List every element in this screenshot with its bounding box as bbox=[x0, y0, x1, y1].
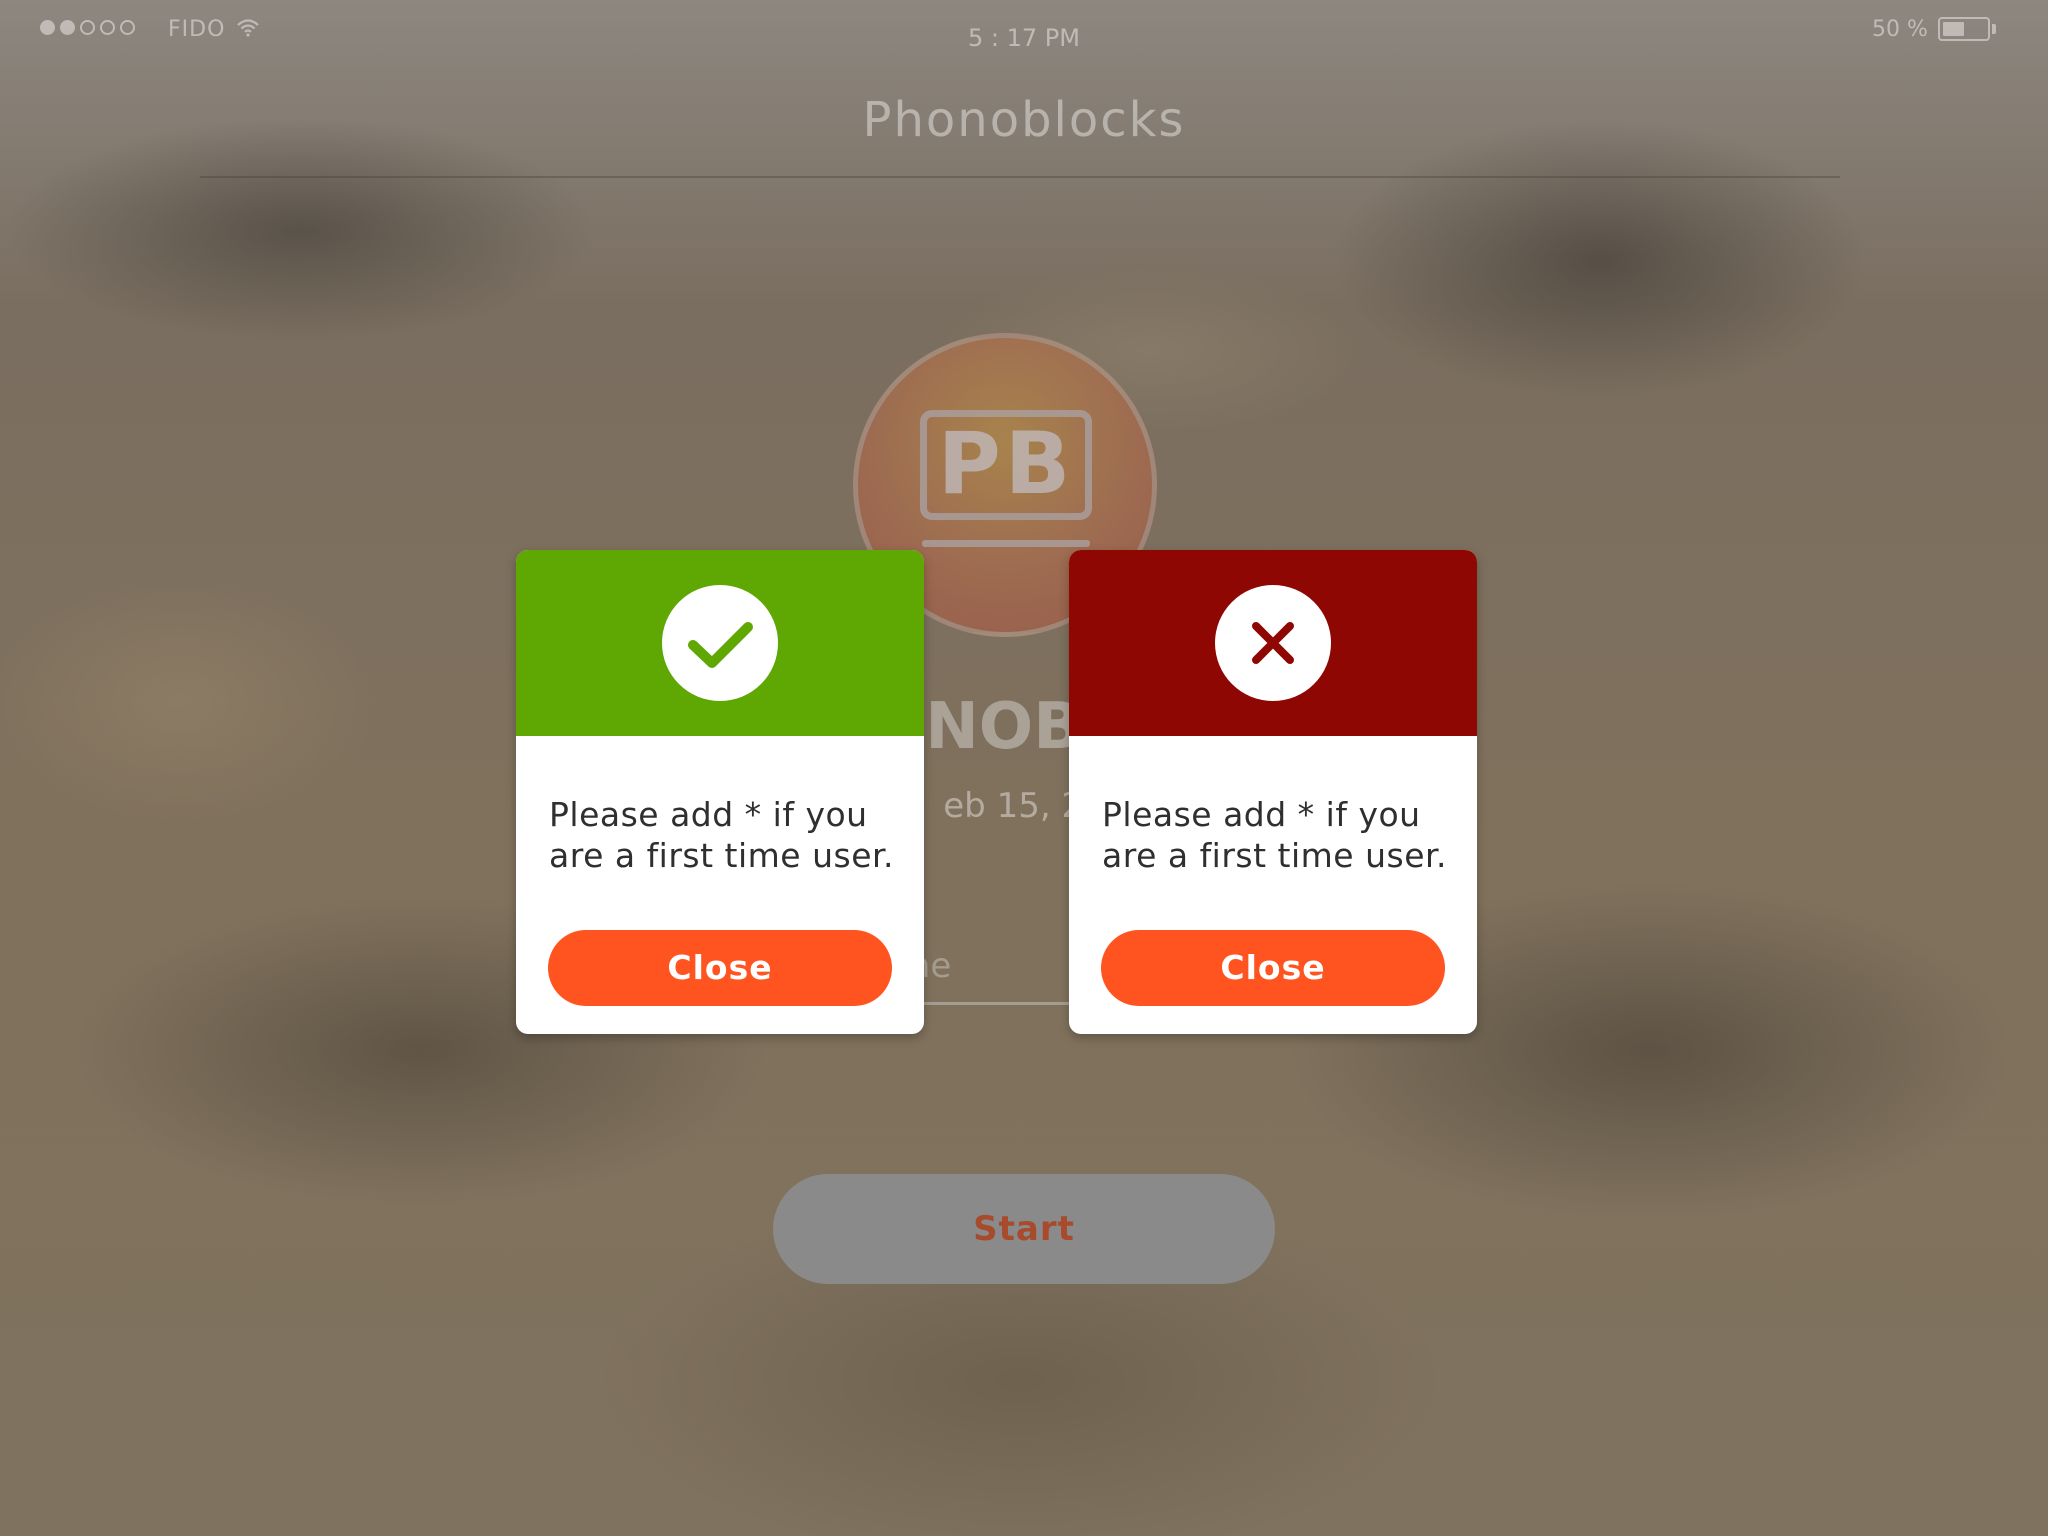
close-button[interactable]: Close bbox=[548, 930, 892, 1006]
battery-fill bbox=[1943, 22, 1964, 36]
checkmark-icon bbox=[662, 585, 778, 701]
status-bar: FIDO 5 : 17 PM 50 % bbox=[0, 0, 2048, 60]
start-button[interactable]: Start bbox=[773, 1174, 1275, 1284]
close-button[interactable]: Close bbox=[1101, 930, 1445, 1006]
status-time: 5 : 17 PM bbox=[968, 24, 1080, 52]
battery-tip bbox=[1992, 24, 1996, 34]
logo-base bbox=[922, 540, 1090, 547]
logo-monogram: PB bbox=[920, 410, 1092, 520]
background-date-text: eb 15, 20 bbox=[943, 786, 1105, 826]
app-title: Phonoblocks bbox=[862, 92, 1186, 148]
success-dialog: Please add * if you are a first time use… bbox=[516, 550, 924, 1034]
header-divider bbox=[200, 176, 1840, 178]
battery-icon bbox=[1938, 17, 1990, 41]
close-x-icon bbox=[1215, 585, 1331, 701]
battery-percent: 50 % bbox=[1872, 17, 1928, 42]
dialog-header bbox=[1069, 550, 1477, 736]
error-dialog: Please add * if you are a first time use… bbox=[1069, 550, 1477, 1034]
blurred-background bbox=[0, 0, 2048, 1536]
background-name-text: NOBL bbox=[925, 690, 1123, 764]
dialog-message: Please add * if you are a first time use… bbox=[1102, 795, 1448, 875]
dialog-message: Please add * if you are a first time use… bbox=[549, 795, 895, 875]
dialog-header bbox=[516, 550, 924, 736]
